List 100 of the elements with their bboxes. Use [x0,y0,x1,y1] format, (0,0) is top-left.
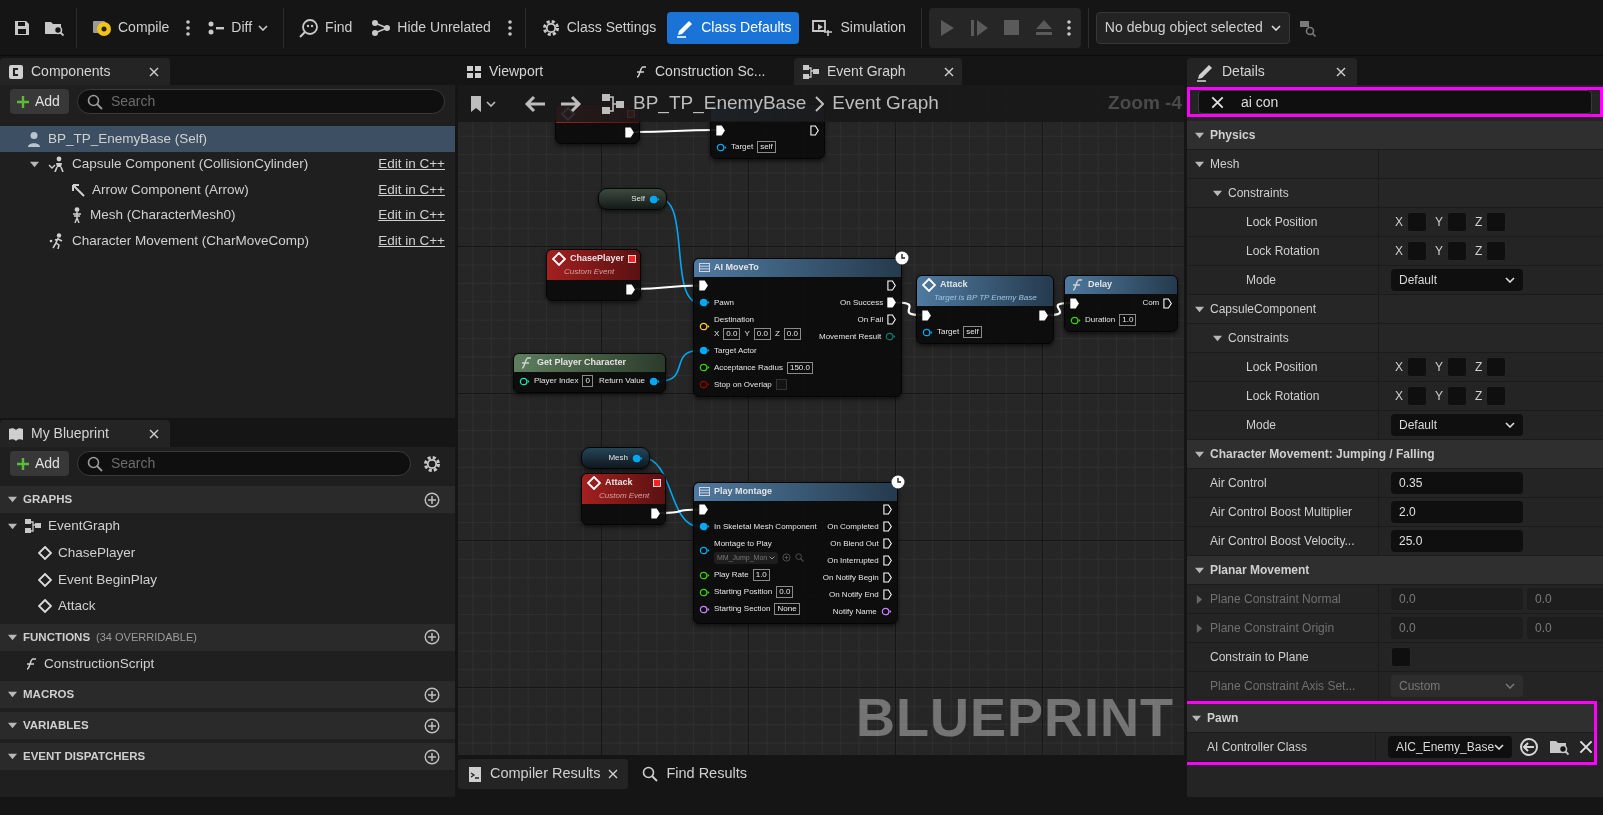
edit-link[interactable]: Edit in C++ [378,154,445,175]
edit-link[interactable]: Edit in C++ [378,205,445,226]
property-label: Lock Rotation [1246,243,1320,260]
toolbar-button[interactable]: Hide Unrelated [363,11,499,44]
variable-node[interactable]: Mesh [581,447,650,469]
graph-icon [802,63,820,80]
search-field[interactable]: Search [76,89,445,114]
tree-item[interactable]: ChasePlayer [0,539,455,567]
section-header[interactable]: FUNCTIONS (34 OVERRIDABLE) [0,623,455,651]
editor-tab[interactable]: Event Graph [794,58,962,85]
section-header[interactable]: MACROS [0,681,455,709]
graph-node[interactable]: Get Player Character Player Index 0 Return Value [513,353,667,393]
debug-object-dropdown[interactable]: No debug object selected [1095,11,1290,44]
breadcrumb-item[interactable]: Event Graph [832,89,939,118]
section-title: MACROS [23,687,75,703]
property-label: Lock Rotation [1246,388,1320,405]
pin-value-field[interactable]: 1.0 [1119,314,1137,326]
close-icon [1211,95,1224,109]
graph-node[interactable]: Attack Custom Event [581,473,667,525]
tree-item[interactable]: ConstructionScript [0,650,455,678]
add-button[interactable]: Add [10,89,69,114]
graph-node[interactable] [693,482,898,624]
forward-arrow-icon [560,94,582,113]
pin-value-field[interactable]: 0.0 [723,327,741,340]
pin-label: Target Actor [714,344,757,357]
results-tab[interactable]: Find Results [632,759,757,789]
pin-label: On Notify Begin [822,571,879,584]
toolbar-button[interactable]: Class Settings [532,11,665,44]
dropdown[interactable]: Default [1391,414,1523,436]
graph-canvas[interactable] [458,85,1184,755]
search-input[interactable]: Search [108,90,435,113]
pin-label: Player Index [534,375,579,387]
tree-item[interactable]: Mesh (CharacterMesh0) Edit in C++ [0,202,455,228]
pin-value-field[interactable]: 0 [582,375,593,387]
category-title: Physics [1210,127,1256,144]
panel-tab[interactable]: Components [0,58,170,85]
search-icon [86,93,103,110]
bookmark-icon [469,94,483,113]
graph-node[interactable]: Delay Duration 1.0 Com [1064,275,1179,332]
pin-label: On Notify End [828,588,879,601]
number-field[interactable]: 2.0 [1391,501,1523,523]
dropdown[interactable]: Default [1391,269,1523,291]
variable-node[interactable]: Self [598,188,667,210]
pin-value-field[interactable]: 0.0 [783,327,801,340]
search-icon [86,455,103,472]
graph-node[interactable]: Attack Target is BP TP Enemy Base Target self [916,275,1054,344]
search-field[interactable]: Search [76,451,411,476]
pin-label: Stop on Overlap [714,378,772,391]
edit-link[interactable]: Edit in C++ [378,179,445,200]
section-header[interactable]: VARIABLES [0,712,455,740]
pin-value-field[interactable]: None [774,603,800,615]
dropdown[interactable]: AIC_Enemy_Base [1388,736,1513,758]
pin-value-field[interactable]: self [757,141,776,153]
results-tab[interactable]: Compiler Results [458,759,629,789]
pin-value-field[interactable]: self [963,326,982,338]
search-input[interactable]: Search [108,452,401,475]
checkbox[interactable] [775,379,787,390]
number-field[interactable]: 0.35 [1391,472,1523,494]
tree-item[interactable]: Arrow Component (Arrow) Edit in C++ [0,177,455,203]
graph-watermark: BLUEPRINT [856,686,1174,749]
pin-label: Destination [714,313,756,326]
toolbar-button[interactable]: Find [291,11,361,44]
section-header[interactable]: EVENT DISPATCHERS [0,743,455,771]
section-title: VARIABLES [23,718,89,734]
pin-label: Target [731,141,754,153]
close-icon [1579,740,1594,754]
panel-tab[interactable]: Details [1187,58,1357,85]
toolbar-button[interactable]: Class Defaults [667,11,800,44]
pin-value-field[interactable]: 1.0 [752,569,770,581]
pin-value-field[interactable]: 0.0 [776,586,794,598]
pin-label: Starting Position [714,586,773,598]
tree-item[interactable]: Capsule Component (CollisionCylinder) Edit in C++ [0,151,455,177]
pin-value-field[interactable]: 150.0 [786,361,813,374]
section-header[interactable]: GRAPHS [0,486,455,513]
toolbar-button[interactable]: Compile [84,11,178,44]
pin-label: Starting Section [714,603,771,615]
node-title: Play Montage [714,485,772,498]
group-title: CapsuleComponent [1210,301,1317,318]
node-title: ChasePlayer [570,252,625,266]
group-title: Mesh [1210,156,1240,173]
graph-node[interactable]: ChasePlayer Custom Event [546,249,642,301]
kebab-icon [506,18,513,37]
toolbar-button[interactable]: Simulation [802,11,914,44]
node-icon [699,263,710,273]
tree-item[interactable]: Event BeginPlay [0,566,455,594]
graph-node[interactable]: AI MoveTo Pawn Destination X 0.0 Y 0.0 Z 0.0 Target Actor Acceptance Radius 150.0 Stop on Overlap On Success On Fail Movement Result [693,258,903,397]
tree-item[interactable]: Attack [0,593,455,620]
number-field[interactable]: 25.0 [1391,530,1523,552]
panel-tab[interactable]: My Blueprint [0,420,170,447]
pin-label: On Completed [827,520,879,533]
toolbar-button[interactable]: Diff [199,11,277,44]
add-button[interactable]: Add [10,451,69,476]
editor-tab[interactable]: Construction Sc... [626,58,794,85]
pin-label: Target [937,326,960,338]
tree-item[interactable]: BP_TP_EnemyBase (Self) [0,126,455,152]
editor-tab[interactable]: Viewport [458,58,626,85]
tree-item[interactable]: EventGraph [0,513,455,540]
edit-link[interactable]: Edit in C++ [378,230,445,251]
pin-value-field[interactable]: 0.0 [753,327,771,340]
tree-item[interactable]: Character Movement (CharMoveComp) Edit in C++ [0,228,455,254]
